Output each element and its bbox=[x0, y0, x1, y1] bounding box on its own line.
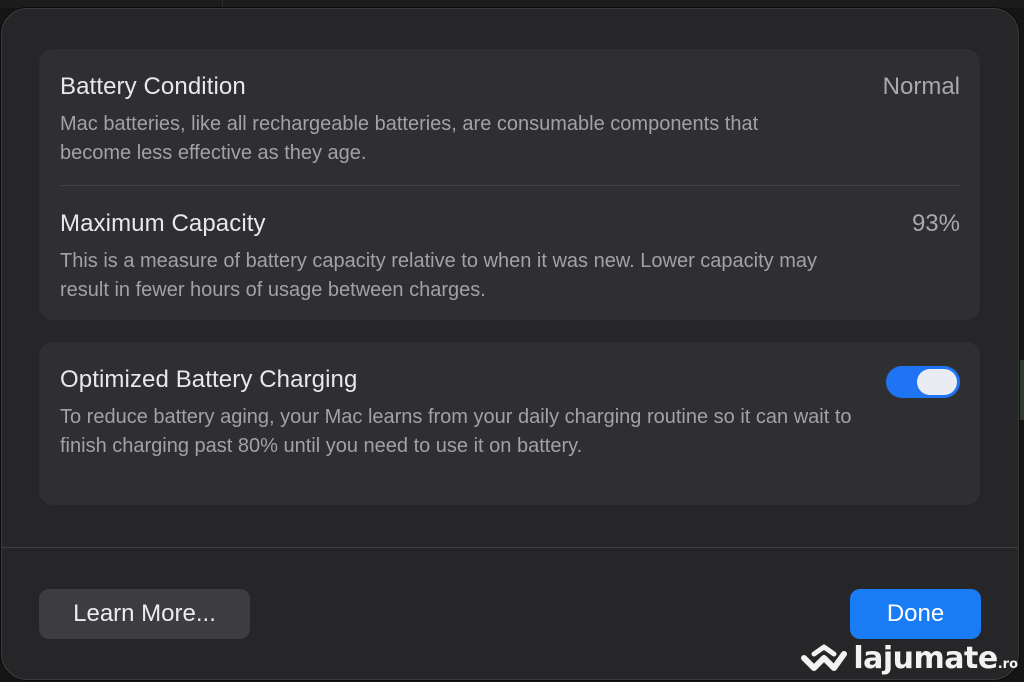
optimized-charging-description: To reduce battery aging, your Mac learns… bbox=[60, 406, 852, 457]
battery-condition-description: Mac batteries, like all rechargeable bat… bbox=[60, 113, 759, 164]
watermark: lajumate .ro bbox=[801, 641, 1018, 676]
optimized-charging-row: Optimized Battery Charging To reduce bat… bbox=[60, 366, 960, 496]
battery-health-group: Battery Condition Normal Mac batteries, … bbox=[39, 49, 980, 320]
maximum-capacity-description: This is a measure of battery capacity re… bbox=[60, 250, 818, 301]
toggle-knob[interactable] bbox=[917, 369, 957, 395]
optimized-charging-title: Optimized Battery Charging bbox=[60, 366, 358, 393]
watermark-text: lajumate bbox=[853, 641, 998, 676]
optimized-charging-group: Optimized Battery Charging To reduce bat… bbox=[39, 342, 980, 505]
battery-condition-row: Battery Condition Normal Mac batteries, … bbox=[60, 73, 960, 183]
maximum-capacity-value: 93% bbox=[911, 210, 960, 237]
done-button[interactable]: Done bbox=[850, 589, 981, 639]
optimized-charging-toggle[interactable] bbox=[886, 366, 960, 398]
battery-condition-value: Normal bbox=[882, 73, 960, 100]
watermark-logo-icon bbox=[801, 644, 848, 671]
backdrop-edge bbox=[1020, 360, 1024, 420]
maximum-capacity-title: Maximum Capacity bbox=[60, 210, 266, 237]
battery-condition-title: Battery Condition bbox=[60, 73, 246, 100]
watermark-suffix: .ro bbox=[997, 657, 1018, 672]
learn-more-button[interactable]: Learn More... bbox=[39, 589, 250, 639]
battery-health-dialog: Battery Condition Normal Mac batteries, … bbox=[1, 8, 1019, 680]
maximum-capacity-row: Maximum Capacity 93% This is a measure o… bbox=[60, 210, 960, 310]
backdrop-top-strip bbox=[0, 0, 1024, 8]
footer-divider bbox=[2, 547, 1018, 548]
row-separator bbox=[60, 185, 960, 186]
